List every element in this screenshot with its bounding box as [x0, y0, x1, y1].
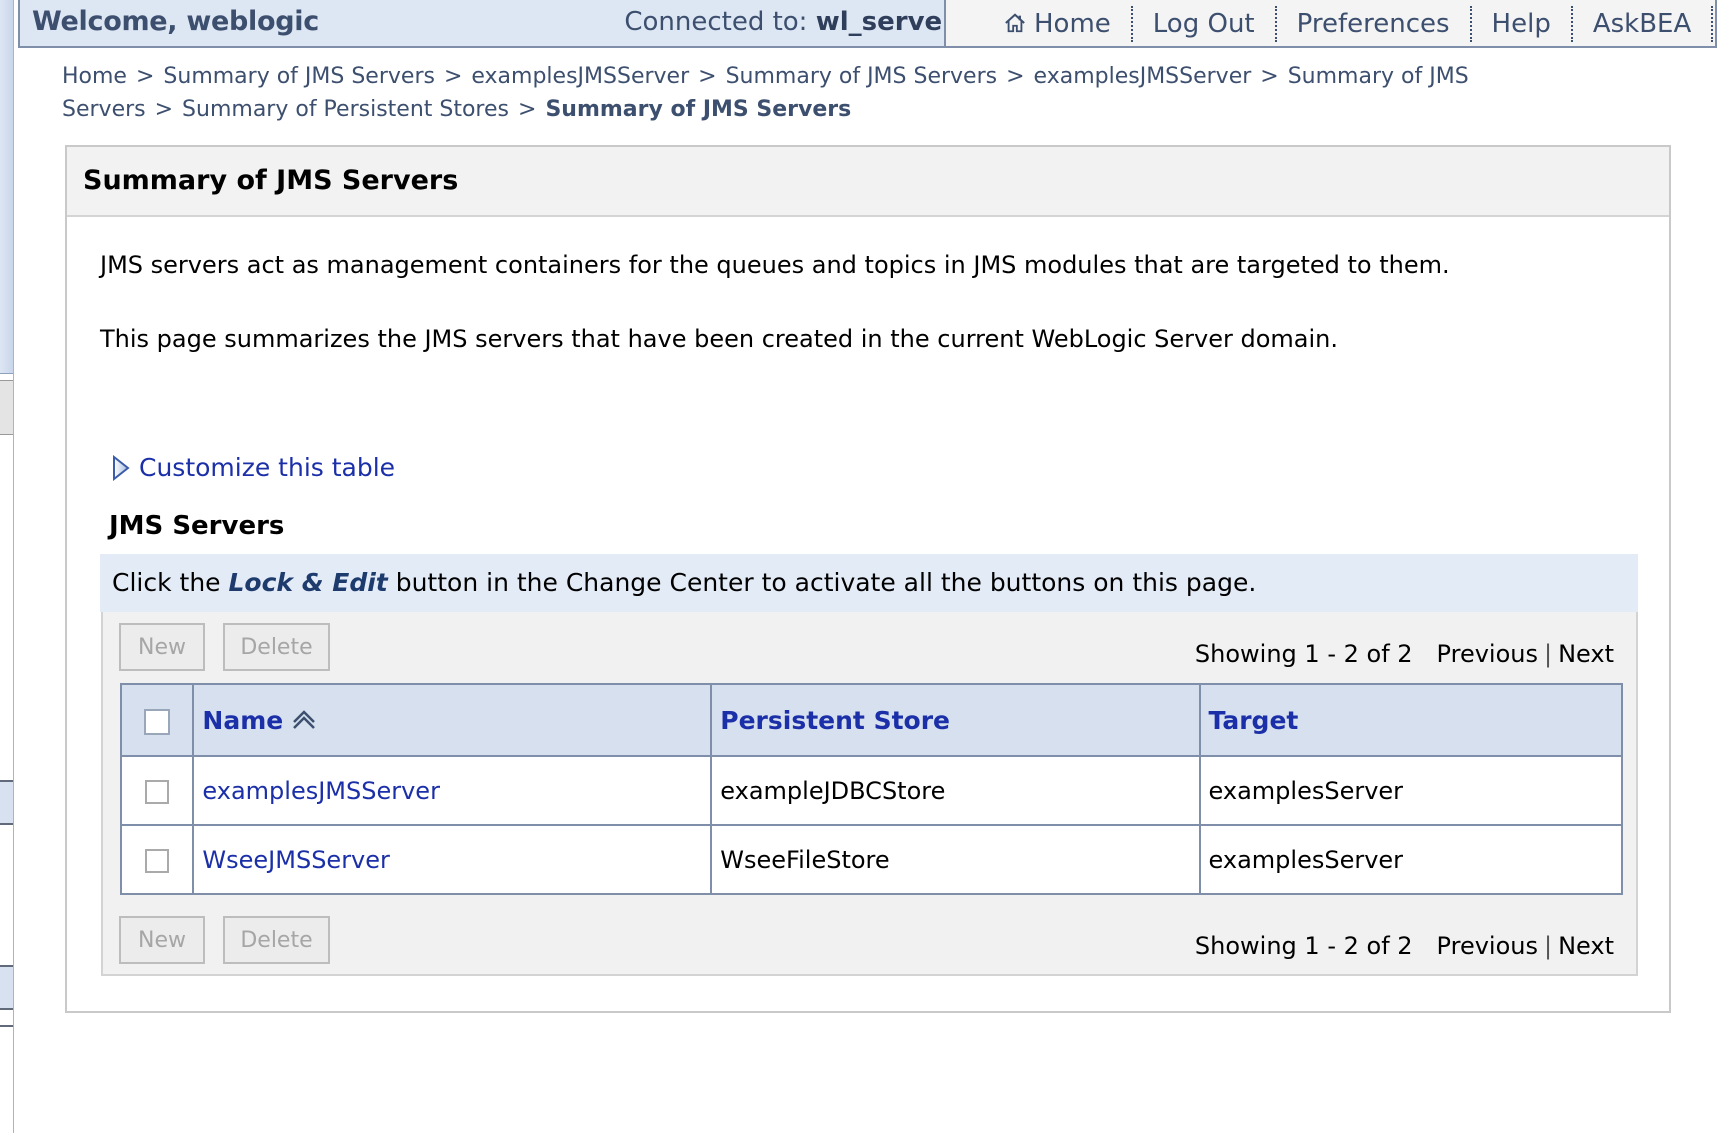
select-all-checkbox[interactable] [144, 708, 171, 735]
pager-separator: | [1543, 932, 1553, 960]
expand-triangle-icon [113, 454, 130, 481]
name-cell: examplesJMSServer [192, 755, 713, 826]
breadcrumb-separator: > [154, 97, 174, 122]
row-select-cell [119, 824, 195, 895]
column-header-persistent-store[interactable]: Persistent Store [710, 683, 1201, 757]
breadcrumb-link[interactable]: examplesJMSServer [471, 64, 689, 89]
nav-log-out[interactable]: Log Out [1133, 6, 1277, 42]
lock-edit-emphasis: Lock & Edit [228, 568, 388, 597]
table-caption: JMS Servers [109, 511, 285, 541]
info-prefix: Click the [112, 568, 229, 597]
server-name: wl_server [815, 7, 955, 37]
pagination: Showing 1 - 2 of 2 Previous | Next [1195, 640, 1614, 668]
breadcrumb-separator: > [698, 64, 717, 89]
left-panel-segment [0, 1025, 13, 1133]
summary-panel: Summary of JMS Servers JMS servers act a… [65, 145, 1671, 1013]
delete-button[interactable]: Delete [223, 916, 330, 964]
showing-count: Showing 1 - 2 of 2 [1194, 640, 1413, 668]
sort-ascending-icon [293, 709, 316, 729]
jms-servers-table: Name Persistent Store Target examplesJMS… [119, 683, 1624, 895]
column-header-target[interactable]: Target [1198, 683, 1624, 757]
pagination: Showing 1 - 2 of 2 Previous | Next [1195, 932, 1614, 960]
panel-title-bar: Summary of JMS Servers [67, 147, 1669, 217]
nav-help[interactable]: Help [1472, 6, 1573, 42]
breadcrumb-separator: > [1006, 64, 1025, 89]
previous-link[interactable]: Previous [1437, 932, 1538, 960]
target-cell: examplesServer [1198, 824, 1624, 895]
column-header-label: Name [202, 705, 284, 735]
name-cell: WseeJMSServer [192, 824, 713, 895]
new-button[interactable]: New [119, 916, 205, 964]
jms-server-link[interactable]: examplesJMSServer [202, 777, 440, 805]
home-icon [1005, 13, 1025, 33]
left-edge-panel [0, 0, 14, 1133]
delete-button[interactable]: Delete [223, 623, 330, 671]
table-row: WseeJMSServer WseeFileStore examplesServ… [119, 824, 1624, 895]
left-panel-segment [0, 0, 13, 374]
breadcrumb: Home > Summary of JMS Servers > examplesJMSS… [62, 60, 1702, 126]
info-message-bar: Click the Lock & Edit button in the Chan… [100, 554, 1638, 612]
breadcrumb-separator: > [1260, 64, 1279, 89]
next-link[interactable]: Next [1558, 640, 1614, 668]
breadcrumb-separator: > [518, 97, 537, 122]
welcome-text: Welcome, weblogic [32, 6, 319, 37]
nav-home-label: Home [1034, 9, 1111, 39]
connected-label: Connected to: [624, 7, 808, 37]
table-region: New Delete Showing 1 - 2 of 2 Previous |… [101, 612, 1638, 976]
breadcrumb-separator: > [443, 64, 463, 89]
row-select-cell [119, 755, 195, 826]
breadcrumb-link[interactable]: Summary of JMS Servers [163, 64, 435, 89]
description-text: JMS servers act as management containers… [100, 251, 1450, 279]
left-panel-segment [0, 780, 13, 825]
breadcrumb-separator: > [135, 64, 155, 89]
connection-status: Connected to: wl_server [624, 7, 955, 37]
table-header-row: Name Persistent Store Target [119, 683, 1624, 757]
breadcrumb-link[interactable]: examplesJMSServer [1034, 64, 1252, 89]
showing-count: Showing 1 - 2 of 2 [1194, 932, 1413, 960]
row-checkbox[interactable] [145, 779, 170, 804]
global-nav: Home Log Out Preferences Help AskBEA [1000, 6, 1714, 42]
page-title: Summary of JMS Servers [83, 165, 459, 196]
breadcrumb-link[interactable]: Home [62, 64, 127, 89]
next-link[interactable]: Next [1558, 932, 1614, 960]
jms-server-link[interactable]: WseeJMSServer [202, 846, 390, 874]
breadcrumb-current: Summary of JMS Servers [545, 97, 852, 122]
select-all-cell [119, 683, 195, 757]
pager-separator: | [1543, 640, 1553, 668]
info-suffix: button in the Change Center to activate … [387, 568, 1257, 597]
description-text: This page summarizes the JMS servers tha… [100, 325, 1339, 353]
nav-home[interactable]: Home [1000, 6, 1133, 42]
info-message: Click the Lock & Edit button in the Chan… [112, 568, 1256, 597]
left-panel-segment [0, 380, 13, 435]
nav-preferences[interactable]: Preferences [1277, 6, 1472, 42]
previous-link[interactable]: Previous [1437, 640, 1538, 668]
breadcrumb-link[interactable]: Summary of Persistent Stores [182, 97, 509, 122]
breadcrumb-link[interactable]: Summary of JMS Servers [726, 64, 998, 89]
row-checkbox[interactable] [145, 848, 170, 873]
customize-table-link[interactable]: Customize this table [111, 453, 395, 482]
persistent-store-cell: exampleJDBCStore [710, 755, 1201, 826]
left-panel-segment [0, 965, 13, 1010]
persistent-store-cell: WseeFileStore [710, 824, 1201, 895]
nav-askbea[interactable]: AskBEA [1573, 6, 1714, 42]
column-header-name[interactable]: Name [192, 683, 713, 757]
target-cell: examplesServer [1198, 755, 1624, 826]
table-row: examplesJMSServer exampleJDBCStore examp… [119, 755, 1624, 826]
customize-link-label: Customize this table [139, 453, 396, 482]
new-button[interactable]: New [119, 623, 205, 671]
